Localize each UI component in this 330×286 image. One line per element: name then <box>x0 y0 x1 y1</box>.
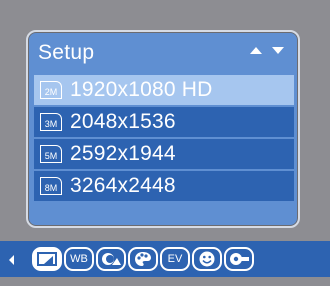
resolution-option-2m[interactable]: 2M 1920x1080 HD <box>34 75 294 105</box>
exposure-button[interactable]: EV <box>160 247 190 271</box>
setup-panel: Setup 2M 1920x1080 HD 3M 2048x1536 5M 25… <box>26 30 300 228</box>
settings-button[interactable] <box>224 247 254 271</box>
white-balance-icon: WB <box>70 253 88 265</box>
scroll-arrows <box>250 47 284 54</box>
resolution-list: 2M 1920x1080 HD 3M 2048x1536 5M 2592x194… <box>34 75 294 203</box>
face-detect-button[interactable] <box>192 247 222 271</box>
megapixel-icon: 2M <box>40 81 62 99</box>
scroll-up-icon[interactable] <box>250 47 262 54</box>
exposure-icon: EV <box>167 253 183 265</box>
color-effect-icon <box>135 252 151 266</box>
resolution-label: 3264x2448 <box>70 174 176 197</box>
scene-mode-icon <box>102 253 121 265</box>
scroll-down-icon[interactable] <box>272 47 284 54</box>
resolution-option-5m[interactable]: 5M 2592x1944 <box>34 139 294 169</box>
resolution-label: 1920x1080 HD <box>70 78 213 101</box>
white-balance-button[interactable]: WB <box>64 247 94 271</box>
toolbar-left-arrow-icon[interactable] <box>9 255 14 265</box>
resolution-option-8m[interactable]: 8M 3264x2448 <box>34 171 294 201</box>
panel-title: Setup <box>38 41 95 64</box>
resolution-label: 2592x1944 <box>70 142 176 165</box>
image-size-button[interactable] <box>32 247 62 271</box>
image-size-icon <box>37 252 57 266</box>
resolution-option-3m[interactable]: 3M 2048x1536 <box>34 107 294 137</box>
settings-icon <box>230 253 249 265</box>
megapixel-icon: 5M <box>40 145 62 163</box>
color-effect-button[interactable] <box>128 247 158 271</box>
face-detect-icon <box>199 251 215 267</box>
bottom-toolbar: WB EV <box>0 241 330 277</box>
resolution-label: 2048x1536 <box>70 110 176 133</box>
megapixel-icon: 8M <box>40 177 62 195</box>
megapixel-icon: 3M <box>40 113 62 131</box>
scene-mode-button[interactable] <box>96 247 126 271</box>
